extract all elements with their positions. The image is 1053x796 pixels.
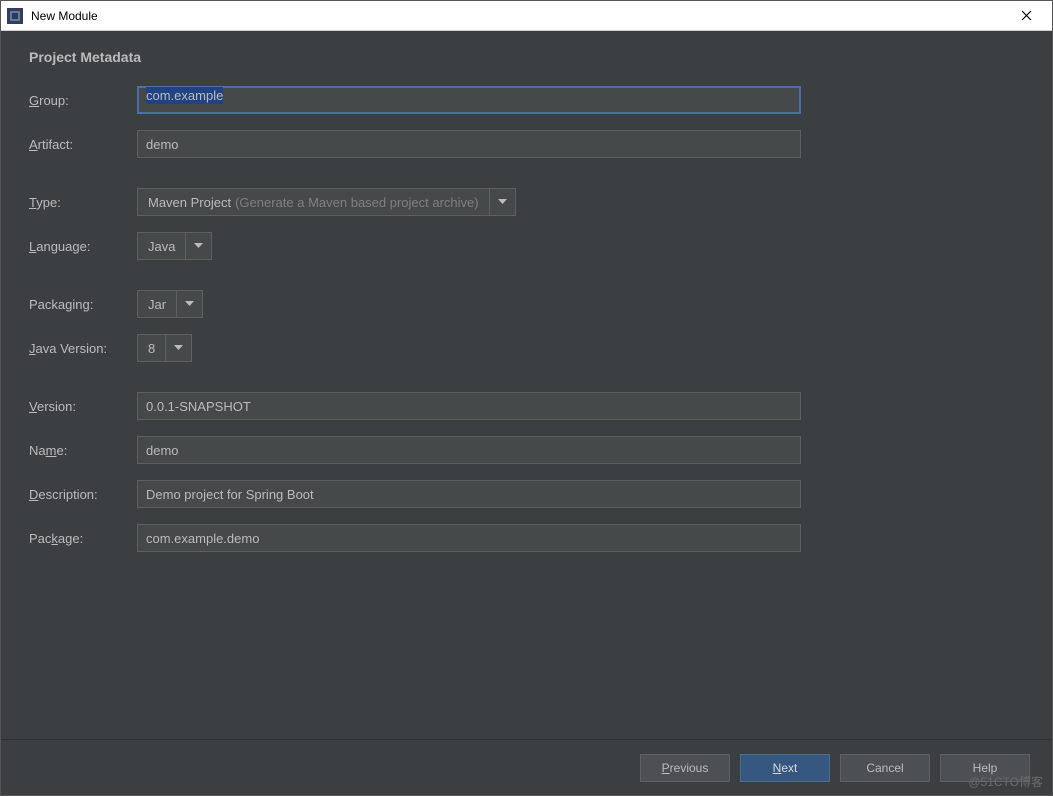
chevron-down-icon — [489, 189, 515, 215]
package-input[interactable] — [137, 524, 801, 552]
label-description: Description: — [29, 487, 137, 502]
cancel-button[interactable]: Cancel — [840, 754, 930, 782]
type-hint: (Generate a Maven based project archive) — [235, 195, 479, 210]
row-group: Group: com.example — [29, 85, 1024, 115]
row-description: Description: — [29, 479, 1024, 509]
version-input[interactable] — [137, 392, 801, 420]
name-input[interactable] — [137, 436, 801, 464]
language-value: Java — [148, 239, 175, 254]
label-language: Language: — [29, 239, 137, 254]
packaging-value: Jar — [148, 297, 166, 312]
chevron-down-icon — [176, 291, 202, 317]
next-button[interactable]: Next — [740, 754, 830, 782]
previous-button[interactable]: Previous — [640, 754, 730, 782]
label-java-version: Java Version: — [29, 341, 137, 356]
label-name: Name: — [29, 443, 137, 458]
row-type: Type: Maven Project (Generate a Maven bas… — [29, 187, 1024, 217]
chevron-down-icon — [165, 335, 191, 361]
packaging-dropdown[interactable]: Jar — [137, 290, 203, 318]
label-packaging: Packaging: — [29, 297, 137, 312]
label-package: Package: — [29, 531, 137, 546]
window-title: New Module — [31, 9, 1006, 23]
content-area: Project Metadata Group: com.example Arti… — [1, 31, 1052, 739]
java-version-value: 8 — [148, 341, 155, 356]
type-dropdown[interactable]: Maven Project (Generate a Maven based pro… — [137, 188, 516, 216]
row-packaging: Packaging: Jar — [29, 289, 1024, 319]
type-value: Maven Project — [148, 195, 231, 210]
row-language: Language: Java — [29, 231, 1024, 261]
section-title: Project Metadata — [29, 49, 1024, 65]
description-input[interactable] — [137, 480, 801, 508]
group-input[interactable]: com.example — [137, 86, 801, 114]
java-version-dropdown[interactable]: 8 — [137, 334, 192, 362]
label-type: Type: — [29, 195, 137, 210]
titlebar: New Module — [1, 1, 1052, 31]
footer: Previous Next Cancel Help — [1, 739, 1052, 795]
row-java-version: Java Version: 8 — [29, 333, 1024, 363]
row-package: Package: — [29, 523, 1024, 553]
label-artifact: Artifact: — [29, 137, 137, 152]
dialog-window: New Module Project Metadata Group: com.e… — [0, 0, 1053, 796]
row-artifact: Artifact: — [29, 129, 1024, 159]
chevron-down-icon — [185, 233, 211, 259]
language-dropdown[interactable]: Java — [137, 232, 212, 260]
label-version: Version: — [29, 399, 137, 414]
help-button[interactable]: Help — [940, 754, 1030, 782]
close-button[interactable] — [1006, 2, 1046, 30]
row-name: Name: — [29, 435, 1024, 465]
app-icon — [7, 8, 23, 24]
row-version: Version: — [29, 391, 1024, 421]
label-group: Group: — [29, 93, 137, 108]
artifact-input[interactable] — [137, 130, 801, 158]
